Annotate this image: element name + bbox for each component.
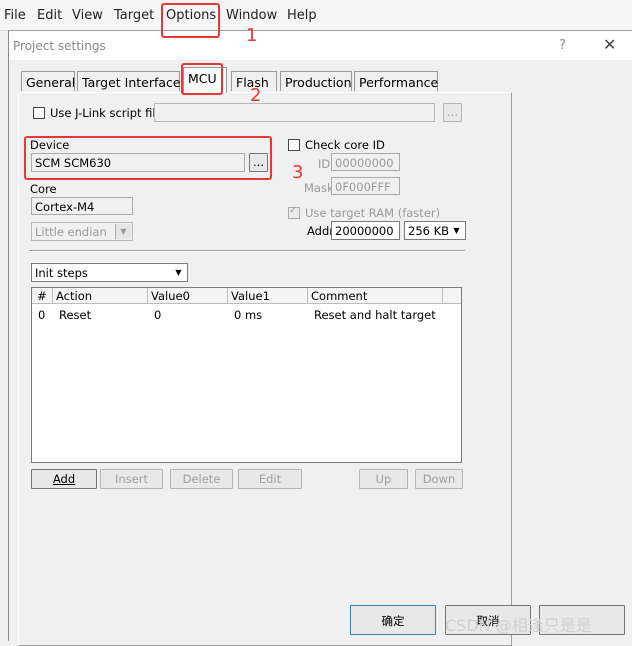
column-header-comment[interactable]: Comment (308, 288, 443, 304)
tab-target-interface[interactable]: Target Interface (77, 71, 181, 91)
ok-button[interactable]: 确定 (350, 605, 436, 635)
endian-value: Little endian (35, 225, 107, 239)
endian-select[interactable]: Little endian ▼ (31, 222, 133, 241)
annotation-number-1: 1 (246, 25, 258, 46)
jlink-script-checkbox[interactable] (33, 107, 45, 119)
close-icon[interactable]: ✕ (603, 35, 616, 54)
row-number: 0 (38, 308, 46, 322)
menu-file[interactable]: File (4, 8, 26, 23)
use-target-ram-checkbox[interactable]: ✓ (288, 205, 300, 219)
init-steps-select[interactable]: Init steps ▼ (31, 263, 188, 282)
watermark: CSDN @相逢只是是 (445, 616, 592, 635)
tab-general[interactable]: General (21, 71, 75, 91)
column-header-filler (443, 288, 461, 304)
check-core-id-checkbox[interactable] (288, 139, 300, 151)
chevron-down-icon: ▼ (115, 224, 131, 239)
annotation-box-options (161, 3, 220, 38)
menu-bar: File Edit View Target Options Window Hel… (0, 0, 632, 31)
annotation-number-2: 2 (250, 85, 262, 106)
help-button[interactable]: ? (559, 38, 566, 53)
column-header-value1[interactable]: Value1 (228, 288, 308, 304)
column-header-number[interactable]: # (32, 288, 53, 304)
core-mask-label: Mask (304, 181, 334, 195)
section-divider (29, 250, 465, 252)
menu-window[interactable]: Window (226, 8, 277, 23)
core-field: Cortex-M4 (31, 197, 133, 215)
annotation-box-device (24, 136, 272, 180)
use-target-ram-label: Use target RAM (faster) (305, 206, 441, 220)
annotation-number-3: 3 (292, 162, 304, 183)
row-action: Reset (59, 308, 92, 322)
jlink-script-path-field[interactable] (154, 103, 435, 122)
core-id-field[interactable]: 00000000 (331, 153, 400, 171)
column-header-action[interactable]: Action (53, 288, 148, 304)
chevron-down-icon: ▼ (449, 223, 464, 238)
tab-production[interactable]: Production (280, 71, 352, 91)
menu-target[interactable]: Target (114, 8, 154, 23)
edit-step-button[interactable]: Edit (238, 469, 302, 489)
chevron-down-icon: ▼ (171, 265, 186, 280)
dialog-title-bar: Project settings ? ✕ (9, 31, 632, 60)
delete-step-button[interactable]: Delete (170, 469, 233, 489)
row-comment: Reset and halt target (314, 308, 436, 322)
checkmark-icon: ✓ (289, 205, 298, 216)
insert-step-button[interactable]: Insert (100, 469, 163, 489)
init-steps-table: # Action Value0 Value1 Comment 0 Reset 0… (31, 287, 462, 463)
move-down-button[interactable]: Down (415, 469, 463, 489)
column-header-value0[interactable]: Value0 (148, 288, 228, 304)
init-steps-value: Init steps (35, 266, 88, 280)
annotation-box-mcu-tab (181, 63, 223, 95)
row-value1: 0 ms (234, 308, 263, 322)
table-row[interactable]: 0 Reset 0 0 ms Reset and halt target (32, 305, 461, 323)
ram-addr-field[interactable]: 20000000 (331, 221, 400, 240)
jlink-script-browse-button[interactable]: ... (443, 103, 462, 122)
project-settings-dialog: Project settings ? ✕ General Target Inte… (8, 30, 632, 646)
core-mask-field[interactable]: 0F000FFF (331, 177, 400, 195)
core-id-label: ID (318, 157, 331, 171)
tab-performance[interactable]: Performance (354, 71, 438, 91)
ram-size-value: 256 KB (408, 224, 450, 238)
core-label: Core (30, 182, 57, 196)
row-value0: 0 (154, 308, 162, 322)
menu-view[interactable]: View (72, 8, 103, 23)
jlink-script-label: Use J-Link script file (50, 106, 163, 120)
menu-help[interactable]: Help (287, 8, 317, 23)
add-step-button[interactable]: Add (31, 469, 97, 489)
move-up-button[interactable]: Up (359, 469, 408, 489)
dialog-title: Project settings (13, 39, 106, 53)
menu-edit[interactable]: Edit (37, 8, 62, 23)
ram-size-select[interactable]: 256 KB ▼ (404, 221, 466, 240)
check-core-id-label: Check core ID (305, 138, 385, 152)
ram-addr-label: Addr (307, 224, 334, 238)
